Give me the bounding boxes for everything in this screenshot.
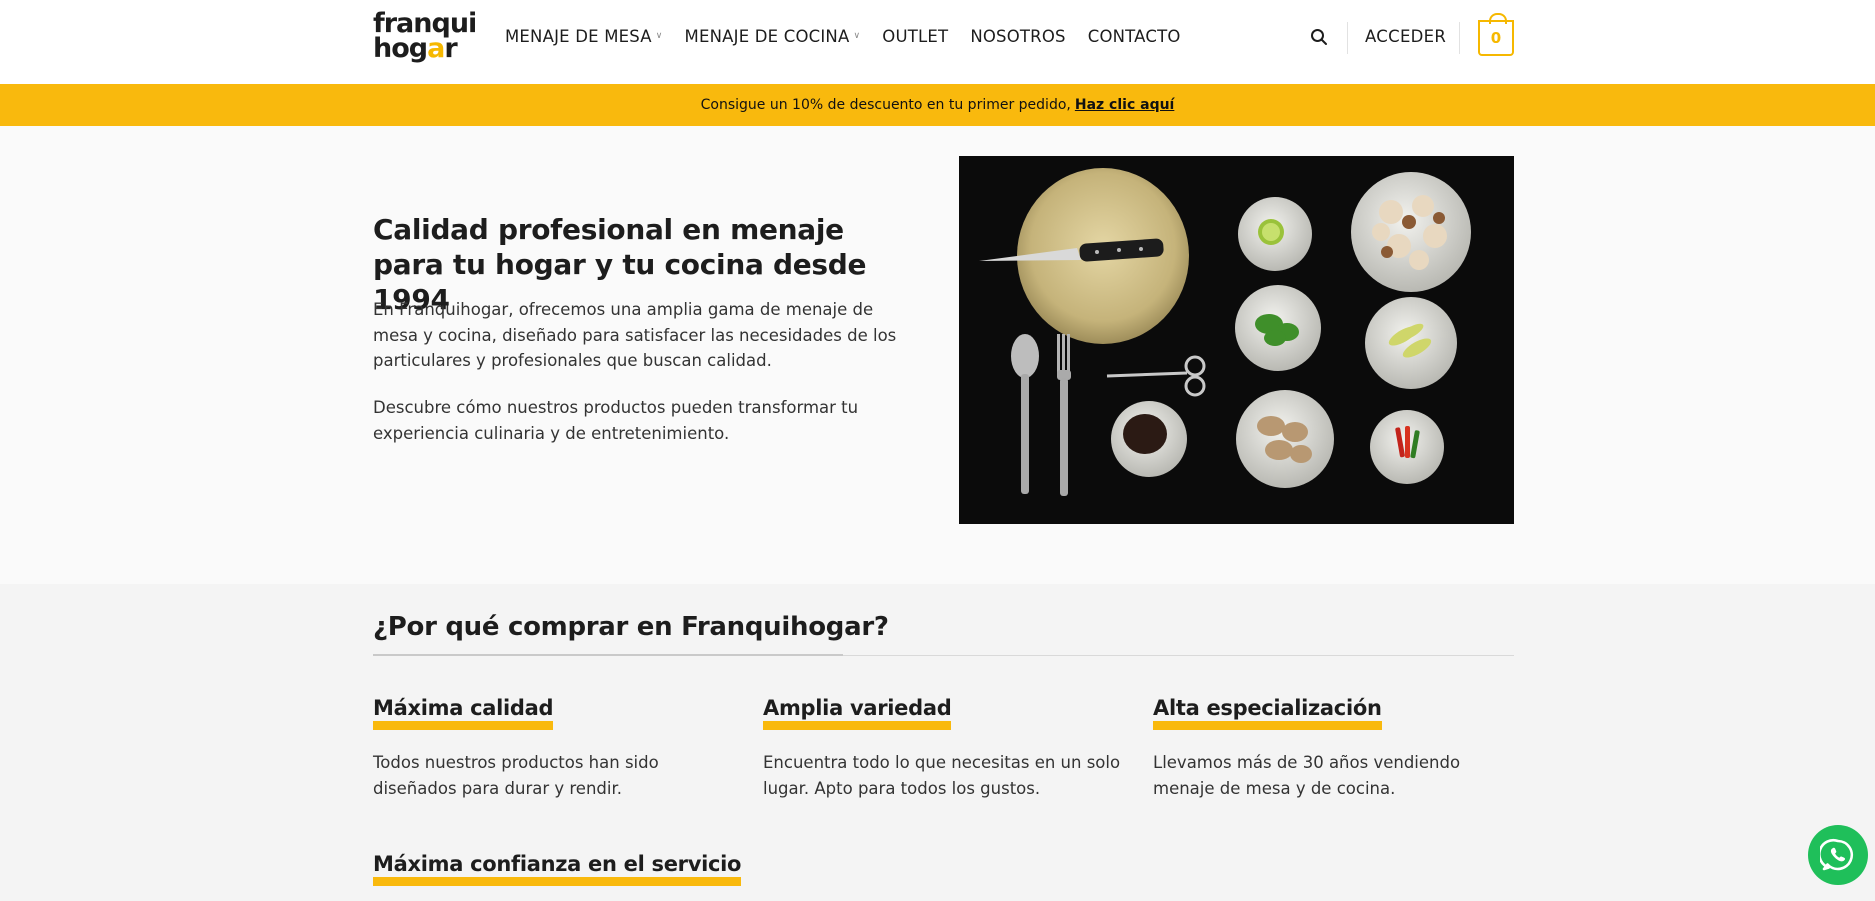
kitchen-utensils-image xyxy=(959,156,1514,524)
section-divider-accent xyxy=(373,654,843,656)
feature-description: Llevamos más de 30 años vendiendo menaje… xyxy=(1153,753,1461,798)
feature-title: Alta especialización xyxy=(1153,697,1382,730)
feature-amplia-variedad: Amplia variedad Encuentra todo lo que ne… xyxy=(763,697,1123,801)
feature-alta-especializacion: Alta especialización Llevamos más de 30 … xyxy=(1153,697,1513,801)
nav-item-nosotros[interactable]: NOSOTROS xyxy=(970,27,1065,46)
hero-paragraph-1: En Franquihogar, ofrecemos una amplia ga… xyxy=(373,300,897,370)
whatsapp-icon xyxy=(1820,838,1854,871)
feature-description: Todos nuestros productos han sido diseña… xyxy=(373,753,659,798)
cart-button[interactable]: 0 xyxy=(1478,13,1514,56)
feature-title: Máxima confianza en el servicio xyxy=(373,853,741,886)
nav-item-outlet[interactable]: OUTLET xyxy=(882,27,948,46)
promo-bar: Consigue un 10% de descuento en tu prime… xyxy=(0,84,1875,126)
header-divider xyxy=(1459,22,1460,54)
house-icon: a xyxy=(427,33,445,64)
promo-text: Consigue un 10% de descuento en tu prime… xyxy=(700,97,1071,113)
nav-item-menaje-de-cocina[interactable]: MENAJE DE COCINA ∨ xyxy=(685,27,861,46)
header-divider xyxy=(1347,22,1348,54)
main-nav: MENAJE DE MESA ∨ MENAJE DE COCINA ∨ OUTLET… xyxy=(505,27,1203,46)
cart-count: 0 xyxy=(1490,29,1502,47)
chevron-down-icon: ∨ xyxy=(853,30,861,41)
feature-title: Amplia variedad xyxy=(763,697,952,730)
whatsapp-button[interactable] xyxy=(1808,825,1868,885)
why-title: ¿Por qué comprar en Franquihogar? xyxy=(373,612,889,642)
franquihogar-logo[interactable]: franqui hogar xyxy=(373,10,477,65)
feature-description: Encuentra todo lo que necesitas en un so… xyxy=(763,753,1121,798)
promo-link[interactable]: Haz clic aquí xyxy=(1075,97,1175,113)
logo-line-2: hogar xyxy=(373,33,458,64)
chevron-down-icon: ∨ xyxy=(655,30,663,41)
nav-item-menaje-de-mesa[interactable]: MENAJE DE MESA ∨ xyxy=(505,27,663,46)
search-icon[interactable] xyxy=(1310,28,1328,46)
site-header: franqui hogar MENAJE DE MESA ∨ MENAJE DE … xyxy=(0,0,1875,84)
feature-maxima-confianza: Máxima confianza en el servicio xyxy=(373,853,873,886)
feature-title: Máxima calidad xyxy=(373,697,554,730)
login-link[interactable]: ACCEDER xyxy=(1365,27,1446,46)
nav-item-contacto[interactable]: CONTACTO xyxy=(1088,27,1181,46)
hero-paragraph-2: Descubre cómo nuestros productos pueden … xyxy=(373,398,859,443)
feature-maxima-calidad: Máxima calidad Todos nuestros productos … xyxy=(373,697,733,801)
